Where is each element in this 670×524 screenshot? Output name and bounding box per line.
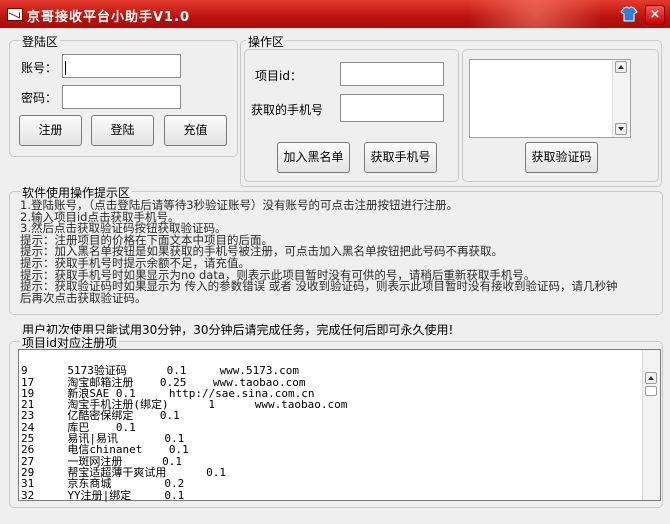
account-label: 账号： [21, 61, 58, 75]
scroll-up-icon[interactable] [645, 372, 657, 384]
login-group-label: 登陆区 [20, 33, 61, 50]
get-code-button[interactable]: 获取验证码 [525, 142, 598, 173]
list-item: 31 京东商城 0.2 [21, 477, 185, 491]
scroll-down-icon[interactable] [615, 123, 627, 135]
code-scrollbar[interactable] [612, 60, 630, 137]
password-input[interactable] [62, 85, 181, 109]
skin-shirt-icon[interactable] [620, 5, 638, 23]
list-item: 9 5173验证码 0.1 www.5173.com [21, 364, 300, 378]
code-textarea[interactable] [469, 59, 631, 138]
password-label: 密码： [21, 91, 58, 105]
project-id-input[interactable] [340, 62, 444, 86]
list-item: 26 电信chinanet 0.1 [21, 443, 189, 457]
project-id-label: 项目id： [255, 69, 302, 83]
get-phone-button[interactable]: 获取手机号 [364, 142, 437, 173]
operation-group-label: 操作区 [246, 33, 287, 50]
blacklist-button[interactable]: 加入黑名单 [277, 142, 350, 173]
phone-input[interactable] [340, 94, 444, 122]
phone-label: 获取的手机号 [251, 103, 324, 117]
scroll-thumb[interactable] [645, 386, 657, 396]
login-button[interactable]: 登陆 [91, 115, 154, 146]
project-list-rows: 9 5173验证码 0.1 www.5173.com 17 淘宝邮箱注册 0.25… [21, 354, 347, 523]
title-decoration [440, 0, 600, 28]
project-list-scrollbar[interactable] [642, 350, 660, 500]
window-title: 京哥接收平台小助手V1.0 [27, 10, 191, 25]
recharge-button[interactable]: 充值 [164, 115, 227, 146]
tips-text: 1.登陆账号，（点击登陆后请等待3秒验证账号）没有账号的可点击注册按钮进行注册。… [20, 199, 660, 305]
mail-icon [7, 8, 23, 21]
project-list-textarea[interactable]: 9 5173验证码 0.1 www.5173.com 17 淘宝邮箱注册 0.25… [18, 349, 661, 501]
text-caret [65, 61, 66, 75]
close-icon[interactable]: × [645, 5, 665, 25]
list-item: 32 YY注册|绑定 0.1 [21, 488, 185, 502]
account-input[interactable] [62, 54, 181, 78]
register-button[interactable]: 注册 [19, 115, 82, 146]
tip-line: 后再次点击获取验证码。 [20, 290, 147, 305]
scroll-up-icon[interactable] [615, 61, 627, 73]
title-bar: 京哥接收平台小助手V1.0 × [0, 0, 670, 28]
